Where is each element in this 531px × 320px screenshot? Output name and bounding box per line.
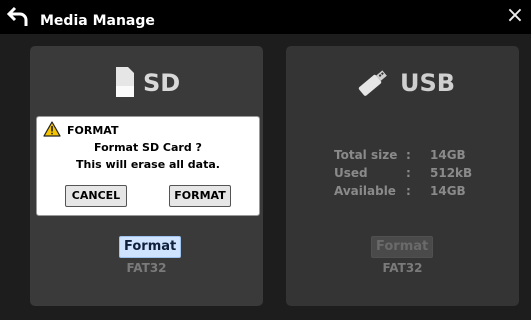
usb-header: USB	[286, 64, 519, 104]
info-key: Available	[334, 184, 396, 198]
media-manage-screen: Media Manage × SD Format FAT32 USB Total…	[0, 0, 531, 320]
close-icon: ×	[505, 3, 525, 28]
usb-stick-icon	[358, 70, 387, 96]
info-row-total: Total size : 14GB	[334, 146, 514, 164]
title-bar: Media Manage ×	[0, 0, 531, 34]
info-key: Total size	[334, 148, 398, 162]
usb-filesystem: FAT32	[382, 261, 423, 275]
back-button[interactable]	[6, 5, 32, 29]
info-sep: :	[406, 166, 411, 180]
sd-header: SD	[30, 64, 263, 104]
usb-info: Total size : 14GB Used : 512kB Available…	[334, 146, 514, 200]
info-key: Used	[334, 166, 368, 180]
confirm-format-button[interactable]: FORMAT	[169, 185, 231, 207]
info-value: 14GB	[430, 148, 466, 162]
usb-label: USB	[400, 69, 456, 97]
info-value: 512kB	[430, 166, 473, 180]
info-row-used: Used : 512kB	[334, 164, 514, 182]
dialog-message: Format SD Card ?	[94, 141, 202, 154]
back-arrow-icon	[6, 6, 28, 26]
sd-label: SD	[143, 69, 181, 97]
info-value: 14GB	[430, 184, 466, 198]
sd-card-icon	[116, 67, 134, 97]
format-confirm-dialog: FORMAT Format SD Card ? This will erase …	[36, 116, 260, 216]
info-sep: :	[406, 184, 411, 198]
warning-icon	[43, 121, 61, 137]
info-row-available: Available : 14GB	[334, 182, 514, 200]
dialog-title: FORMAT	[67, 124, 119, 137]
cancel-button[interactable]: CANCEL	[65, 185, 127, 207]
info-sep: :	[406, 148, 411, 162]
usb-format-button: Format	[371, 236, 434, 258]
window-title: Media Manage	[40, 13, 155, 29]
dialog-warning-text: This will erase all data.	[76, 158, 220, 171]
sd-format-button[interactable]: Format	[119, 236, 182, 258]
close-button[interactable]: ×	[505, 4, 525, 28]
usb-panel: USB Total size : 14GB Used : 512kB Avail…	[286, 46, 519, 306]
sd-filesystem: FAT32	[126, 261, 167, 275]
